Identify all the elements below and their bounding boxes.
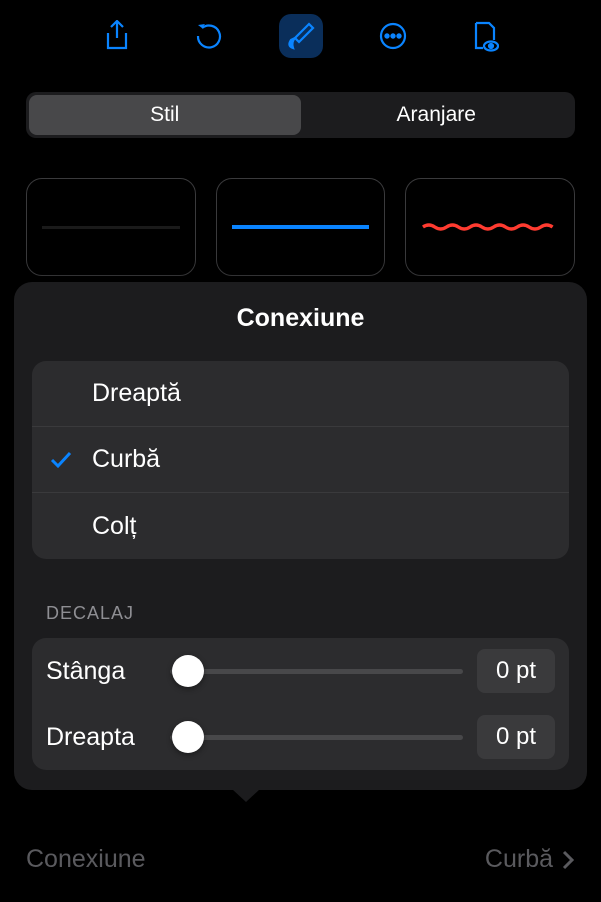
line-preview <box>232 225 369 229</box>
slider-thumb[interactable] <box>172 721 204 753</box>
line-style-red-rough[interactable] <box>405 178 575 276</box>
option-straight[interactable]: Dreaptă <box>32 361 569 427</box>
more-button[interactable] <box>371 14 415 58</box>
option-label: Colț <box>92 512 136 541</box>
tab-style[interactable]: Stil <box>29 95 301 135</box>
tab-arrange-label: Aranjare <box>397 103 476 127</box>
slider-left[interactable] <box>170 669 463 674</box>
format-button[interactable] <box>279 14 323 58</box>
tab-arrange[interactable]: Aranjare <box>301 95 573 135</box>
line-style-blue[interactable] <box>216 178 386 276</box>
slider-left-value[interactable]: 0 pt <box>477 649 555 693</box>
connection-popover: Conexiune Dreaptă Curbă Colț DECALAJ Stâ… <box>14 282 587 790</box>
slider-row-right: Dreapta 0 pt <box>46 704 555 770</box>
brush-icon <box>285 20 317 52</box>
undo-icon <box>194 21 224 51</box>
connection-row[interactable]: Conexiune Curbă <box>26 845 575 874</box>
connection-row-label: Conexiune <box>26 845 146 874</box>
slider-right-value[interactable]: 0 pt <box>477 715 555 759</box>
checkmark-icon <box>48 447 74 473</box>
option-corner[interactable]: Colț <box>32 493 569 559</box>
line-preview <box>42 226 179 229</box>
connection-row-value: Curbă <box>485 845 553 874</box>
line-preview <box>421 222 558 232</box>
toolbar <box>0 0 601 72</box>
undo-button[interactable] <box>187 14 231 58</box>
document-button[interactable] <box>463 14 507 58</box>
check-slot <box>48 447 92 473</box>
option-curve[interactable]: Curbă <box>32 427 569 493</box>
share-icon <box>104 20 130 52</box>
chevron-right-icon <box>561 849 575 871</box>
format-tabs: Stil Aranjare <box>26 92 575 138</box>
document-eye-icon <box>471 20 499 52</box>
slider-row-left: Stânga 0 pt <box>46 638 555 704</box>
offset-sliders: Stânga 0 pt Dreapta 0 pt <box>32 638 569 770</box>
ellipsis-circle-icon <box>378 21 408 51</box>
slider-right-label: Dreapta <box>46 723 156 752</box>
tab-style-label: Stil <box>150 103 179 127</box>
option-label: Dreaptă <box>92 379 181 408</box>
line-style-presets <box>26 178 575 276</box>
popover-title: Conexiune <box>32 304 569 333</box>
slider-left-label: Stânga <box>46 657 156 686</box>
decalaj-header: DECALAJ <box>46 603 565 624</box>
line-style-black[interactable] <box>26 178 196 276</box>
connection-options: Dreaptă Curbă Colț <box>32 361 569 559</box>
share-button[interactable] <box>95 14 139 58</box>
connection-row-value-wrap: Curbă <box>485 845 575 874</box>
option-label: Curbă <box>92 445 160 474</box>
slider-right[interactable] <box>170 735 463 740</box>
slider-thumb[interactable] <box>172 655 204 687</box>
